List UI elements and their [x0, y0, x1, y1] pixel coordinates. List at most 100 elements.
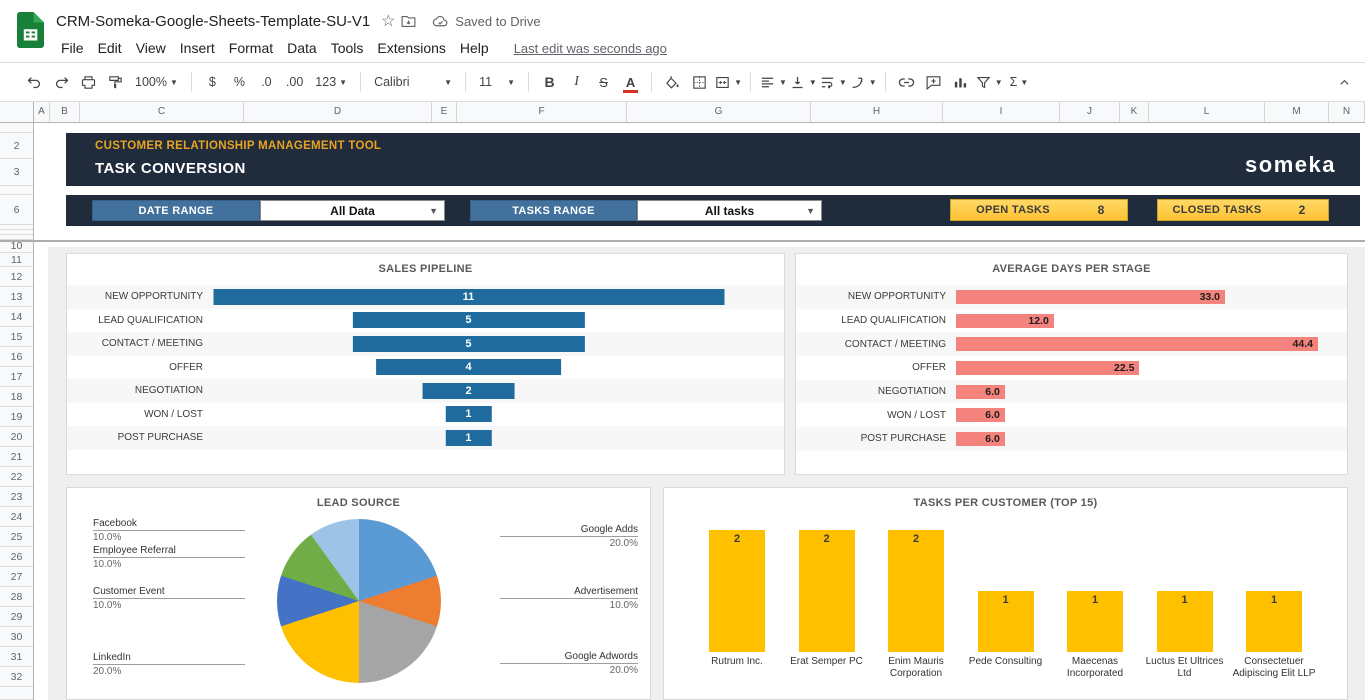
strikethrough-button[interactable]: S — [591, 69, 616, 95]
insert-link-button[interactable] — [894, 69, 919, 95]
row-header-25[interactable]: 25 — [0, 527, 33, 547]
row-header-32[interactable]: 32 — [0, 667, 33, 687]
row-header-13[interactable]: 13 — [0, 287, 33, 307]
select-all-corner[interactable] — [0, 102, 34, 123]
menu-view[interactable]: View — [129, 37, 173, 59]
column-header-N[interactable]: N — [1329, 102, 1365, 122]
column-header-H[interactable]: H — [811, 102, 943, 122]
increase-decimal-button[interactable]: .00 — [281, 69, 308, 95]
font-size-select[interactable]: 11▼ — [474, 69, 520, 95]
row-header-31[interactable]: 31 — [0, 647, 33, 667]
tasks-range-dropdown[interactable]: All tasks▼ — [637, 200, 822, 221]
saved-status[interactable]: Saved to Drive — [432, 13, 540, 30]
menu-tools[interactable]: Tools — [324, 37, 371, 59]
font-select[interactable]: Calibri▼ — [369, 69, 457, 95]
sheet-canvas[interactable]: CUSTOMER RELATIONSHIP MANAGEMENT TOOL TA… — [34, 123, 1365, 700]
column-header-C[interactable]: C — [80, 102, 244, 122]
column-header-L[interactable]: L — [1149, 102, 1265, 122]
column-item: 1Luctus Et Ultrices Ltd — [1142, 516, 1228, 652]
functions-button[interactable]: Σ▼ — [1005, 69, 1034, 95]
decrease-decimal-button[interactable]: .0 — [254, 69, 279, 95]
format-currency-button[interactable]: $ — [200, 69, 225, 95]
insert-chart-button[interactable] — [948, 69, 973, 95]
row-header-18[interactable]: 18 — [0, 387, 33, 407]
menu-extensions[interactable]: Extensions — [370, 37, 452, 59]
horizontal-align-button[interactable]: ▼ — [759, 69, 787, 95]
row-header-12[interactable]: 12 — [0, 267, 33, 287]
borders-button[interactable] — [687, 69, 712, 95]
insert-comment-button[interactable] — [921, 69, 946, 95]
menu-format[interactable]: Format — [222, 37, 280, 59]
paint-format-button[interactable] — [103, 69, 128, 95]
average-days-chart[interactable]: AVERAGE DAYS PER STAGE NEW OPPORTUNITY33… — [795, 253, 1348, 475]
column-header-I[interactable]: I — [943, 102, 1060, 122]
hbar-row: WON / LOST6.0 — [796, 403, 1347, 427]
star-icon[interactable]: ☆ — [376, 11, 400, 31]
column-header-M[interactable]: M — [1265, 102, 1329, 122]
create-filter-button[interactable]: ▼ — [975, 69, 1003, 95]
row-header-6[interactable]: 6 — [0, 195, 33, 225]
sheets-logo-icon[interactable] — [17, 12, 44, 62]
spreadsheet-title[interactable]: CRM-Someka-Google-Sheets-Template-SU-V1 — [54, 13, 376, 30]
format-percent-button[interactable]: % — [227, 69, 252, 95]
redo-button[interactable] — [49, 69, 74, 95]
text-wrap-button[interactable]: ▼ — [819, 69, 847, 95]
row-header-16[interactable]: 16 — [0, 347, 33, 367]
column-header-K[interactable]: K — [1120, 102, 1149, 122]
menu-help[interactable]: Help — [453, 37, 496, 59]
row-header-23[interactable]: 23 — [0, 487, 33, 507]
column-header-B[interactable]: B — [50, 102, 80, 122]
zoom-select[interactable]: 100%▼ — [130, 69, 183, 95]
sales-pipeline-chart[interactable]: SALES PIPELINE NEW OPPORTUNITY11LEAD QUA… — [66, 253, 785, 475]
menu-file[interactable]: File — [54, 37, 91, 59]
vertical-align-button[interactable]: ▼ — [789, 69, 817, 95]
column-header-D[interactable]: D — [244, 102, 432, 122]
frozen-rows-divider[interactable] — [0, 240, 1365, 242]
row-header-20[interactable]: 20 — [0, 427, 33, 447]
row-header-17[interactable]: 17 — [0, 367, 33, 387]
row-header[interactable] — [0, 687, 33, 700]
menu-data[interactable]: Data — [280, 37, 324, 59]
text-rotation-button[interactable]: ▼ — [849, 69, 877, 95]
column-header-F[interactable]: F — [457, 102, 627, 122]
row-header-21[interactable]: 21 — [0, 447, 33, 467]
undo-button[interactable] — [22, 69, 47, 95]
funnel-row: OFFER4 — [67, 356, 784, 380]
date-range-dropdown[interactable]: All Data▼ — [260, 200, 445, 221]
row-header-22[interactable]: 22 — [0, 467, 33, 487]
row-header-27[interactable]: 27 — [0, 567, 33, 587]
row-header-29[interactable]: 29 — [0, 607, 33, 627]
hide-menus-button[interactable] — [1332, 69, 1357, 95]
row-header-28[interactable]: 28 — [0, 587, 33, 607]
lead-source-chart[interactable]: LEAD SOURCE Facebook10.0%Employee Referr… — [66, 487, 651, 700]
tasks-range-button[interactable]: TASKS RANGE — [470, 200, 637, 221]
row-header-11[interactable]: 11 — [0, 253, 33, 267]
row-header[interactable] — [0, 123, 33, 133]
number-format-button[interactable]: 123▼ — [310, 69, 352, 95]
tasks-per-customer-chart[interactable]: TASKS PER CUSTOMER (TOP 15) 2Rutrum Inc.… — [663, 487, 1348, 700]
bold-button[interactable]: B — [537, 69, 562, 95]
row-header-3[interactable]: 3 — [0, 159, 33, 186]
column-header-J[interactable]: J — [1060, 102, 1120, 122]
row-header-14[interactable]: 14 — [0, 307, 33, 327]
column-header-A[interactable]: A — [34, 102, 50, 122]
print-button[interactable] — [76, 69, 101, 95]
fill-color-button[interactable] — [660, 69, 685, 95]
row-header-30[interactable]: 30 — [0, 627, 33, 647]
move-folder-icon[interactable] — [400, 13, 424, 30]
menu-edit[interactable]: Edit — [91, 37, 129, 59]
column-header-E[interactable]: E — [432, 102, 457, 122]
row-header-26[interactable]: 26 — [0, 547, 33, 567]
row-header-19[interactable]: 19 — [0, 407, 33, 427]
menu-insert[interactable]: Insert — [173, 37, 222, 59]
row-header-24[interactable]: 24 — [0, 507, 33, 527]
row-header-15[interactable]: 15 — [0, 327, 33, 347]
last-edit-link[interactable]: Last edit was seconds ago — [514, 41, 667, 56]
italic-button[interactable]: I — [564, 69, 589, 95]
row-header-2[interactable]: 2 — [0, 133, 33, 159]
merge-cells-button[interactable]: ▼ — [714, 69, 742, 95]
text-color-button[interactable]: A — [618, 69, 643, 95]
date-range-button[interactable]: DATE RANGE — [92, 200, 260, 221]
row-header[interactable] — [0, 186, 33, 195]
column-header-G[interactable]: G — [627, 102, 811, 122]
